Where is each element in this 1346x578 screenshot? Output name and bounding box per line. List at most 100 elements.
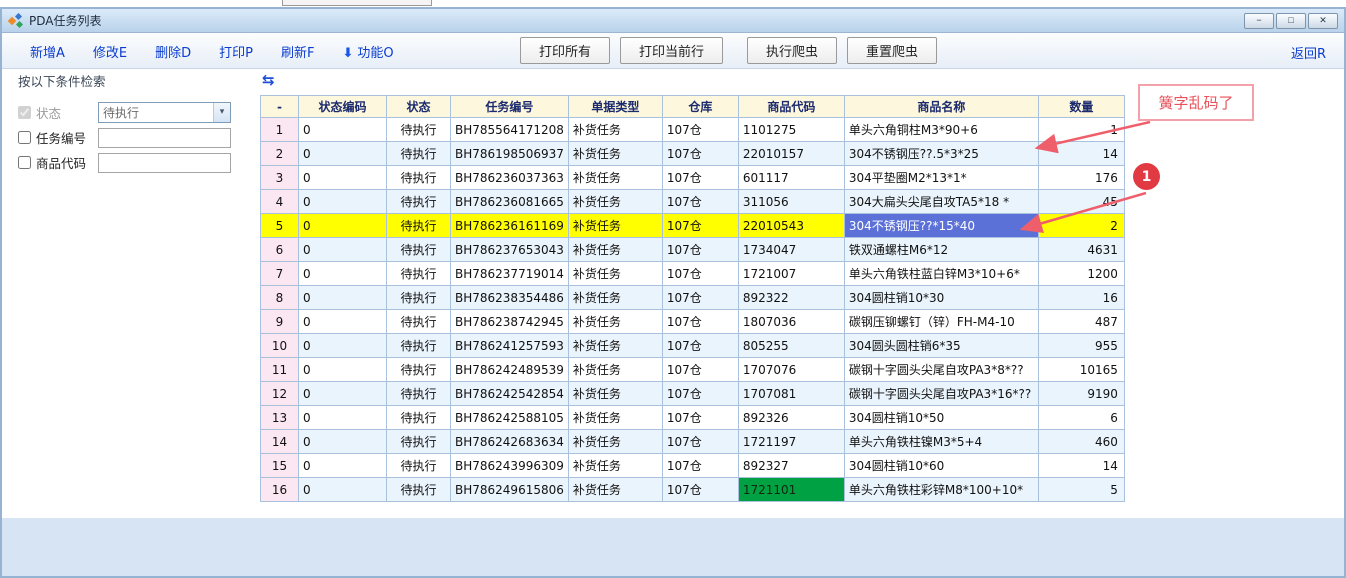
titlebar[interactable]: PDA任务列表 − □ ✕ — [2, 9, 1344, 33]
cell-num[interactable]: 10 — [261, 334, 299, 358]
table-row[interactable]: 100待执行BH786241257593补货任务107仓805255304圆头圆… — [261, 334, 1125, 358]
cell-status[interactable]: 待执行 — [387, 358, 451, 382]
table-row[interactable]: 120待执行BH786242542854补货任务107仓1707081碳钢十字圆… — [261, 382, 1125, 406]
cell-task-no[interactable]: BH786238354486 — [451, 286, 569, 310]
cell-status[interactable]: 待执行 — [387, 142, 451, 166]
cell-doc-type[interactable]: 补货任务 — [568, 334, 662, 358]
cell-status[interactable]: 待执行 — [387, 214, 451, 238]
cell-task-no[interactable]: BH786243996309 — [451, 454, 569, 478]
cell-status-code[interactable]: 0 — [299, 406, 387, 430]
cell-product-name[interactable]: 304圆柱销10*50 — [844, 406, 1038, 430]
cell-product-code[interactable]: 892327 — [738, 454, 844, 478]
cell-status-code[interactable]: 0 — [299, 166, 387, 190]
cell-warehouse[interactable]: 107仓 — [662, 190, 738, 214]
cell-product-code[interactable]: 1721197 — [738, 430, 844, 454]
table-row[interactable]: 30待执行BH786236037363补货任务107仓601117304平垫圈M… — [261, 166, 1125, 190]
cell-status-code[interactable]: 0 — [299, 238, 387, 262]
task-no-input[interactable] — [98, 128, 231, 148]
cell-product-name[interactable]: 304大扁头尖尾自攻TA5*18 * — [844, 190, 1038, 214]
cell-warehouse[interactable]: 107仓 — [662, 166, 738, 190]
cell-status-code[interactable]: 0 — [299, 214, 387, 238]
status-filter-checkbox[interactable] — [18, 106, 31, 119]
cell-qty[interactable]: 176 — [1038, 166, 1124, 190]
print-current-row-button[interactable]: 打印当前行 — [620, 37, 723, 64]
cell-task-no[interactable]: BH786237653043 — [451, 238, 569, 262]
cell-status-code[interactable]: 0 — [299, 358, 387, 382]
cell-status[interactable]: 待执行 — [387, 310, 451, 334]
cell-qty[interactable]: 1200 — [1038, 262, 1124, 286]
cell-product-code[interactable]: 892326 — [738, 406, 844, 430]
status-dropdown[interactable]: 待执行 ▾ — [98, 102, 231, 123]
cell-product-name[interactable]: 304圆柱销10*60 — [844, 454, 1038, 478]
cell-product-name[interactable]: 304平垫圈M2*13*1* — [844, 166, 1038, 190]
cell-status-code[interactable]: 0 — [299, 190, 387, 214]
menu-item-delete[interactable]: 删除D — [155, 42, 191, 61]
task-no-filter-checkbox[interactable] — [18, 131, 31, 144]
cell-status[interactable]: 待执行 — [387, 478, 451, 502]
cell-status-code[interactable]: 0 — [299, 142, 387, 166]
cell-product-name[interactable]: 单头六角铁柱蓝白锌M3*10+6* — [844, 262, 1038, 286]
cell-warehouse[interactable]: 107仓 — [662, 382, 738, 406]
cell-product-name[interactable]: 碳钢十字圆头尖尾自攻PA3*16*?? — [844, 382, 1038, 406]
table-row[interactable]: 50待执行BH786236161169补货任务107仓22010543304不锈… — [261, 214, 1125, 238]
column-header-status-code[interactable]: 状态编码 — [299, 96, 387, 118]
table-row[interactable]: 60待执行BH786237653043补货任务107仓1734047铁双通螺柱M… — [261, 238, 1125, 262]
table-row[interactable]: 10待执行BH785564171208补货任务107仓1101275单头六角铜柱… — [261, 118, 1125, 142]
cell-doc-type[interactable]: 补货任务 — [568, 310, 662, 334]
cell-task-no[interactable]: BH786242683634 — [451, 430, 569, 454]
cell-warehouse[interactable]: 107仓 — [662, 142, 738, 166]
cell-warehouse[interactable]: 107仓 — [662, 262, 738, 286]
cell-product-code[interactable]: 1721007 — [738, 262, 844, 286]
cell-status-code[interactable]: 0 — [299, 286, 387, 310]
cell-warehouse[interactable]: 107仓 — [662, 286, 738, 310]
cell-task-no[interactable]: BH785564171208 — [451, 118, 569, 142]
cell-doc-type[interactable]: 补货任务 — [568, 262, 662, 286]
cell-qty[interactable]: 10165 — [1038, 358, 1124, 382]
cell-doc-type[interactable]: 补货任务 — [568, 406, 662, 430]
cell-status-code[interactable]: 0 — [299, 454, 387, 478]
cell-doc-type[interactable]: 补货任务 — [568, 286, 662, 310]
cell-qty[interactable]: 45 — [1038, 190, 1124, 214]
return-link[interactable]: 返回R — [1291, 43, 1326, 62]
cell-product-code[interactable]: 601117 — [738, 166, 844, 190]
menu-item-add[interactable]: 新增A — [30, 42, 65, 61]
column-header-status[interactable]: 状态 — [387, 96, 451, 118]
product-code-input[interactable] — [98, 153, 231, 173]
run-crawler-button[interactable]: 执行爬虫 — [747, 37, 837, 64]
cell-task-no[interactable]: BH786242489539 — [451, 358, 569, 382]
cell-task-no[interactable]: BH786241257593 — [451, 334, 569, 358]
cell-product-name[interactable]: 铁双通螺柱M6*12 — [844, 238, 1038, 262]
cell-product-name[interactable]: 单头六角铁柱彩锌M8*100+10* — [844, 478, 1038, 502]
cell-num[interactable]: 4 — [261, 190, 299, 214]
cell-product-name[interactable]: 单头六角铁柱镍M3*5+4 — [844, 430, 1038, 454]
cell-num[interactable]: 15 — [261, 454, 299, 478]
cell-status[interactable]: 待执行 — [387, 118, 451, 142]
cell-product-name[interactable]: 碳钢压铆螺钉（锌）FH-M4-10 — [844, 310, 1038, 334]
column-header-task-no[interactable]: 任务编号 — [451, 96, 569, 118]
cell-task-no[interactable]: BH786242542854 — [451, 382, 569, 406]
cell-product-name[interactable]: 304圆柱销10*30 — [844, 286, 1038, 310]
cell-status-code[interactable]: 0 — [299, 334, 387, 358]
cell-num[interactable]: 8 — [261, 286, 299, 310]
column-header-num[interactable]: - — [261, 96, 299, 118]
table-row[interactable]: 150待执行BH786243996309补货任务107仓892327304圆柱销… — [261, 454, 1125, 478]
cell-num[interactable]: 13 — [261, 406, 299, 430]
cell-doc-type[interactable]: 补货任务 — [568, 142, 662, 166]
cell-num[interactable]: 9 — [261, 310, 299, 334]
cell-doc-type[interactable]: 补货任务 — [568, 214, 662, 238]
cell-product-code[interactable]: 311056 — [738, 190, 844, 214]
cell-status[interactable]: 待执行 — [387, 406, 451, 430]
cell-num[interactable]: 6 — [261, 238, 299, 262]
table-row[interactable]: 110待执行BH786242489539补货任务107仓1707076碳钢十字圆… — [261, 358, 1125, 382]
cell-warehouse[interactable]: 107仓 — [662, 310, 738, 334]
cell-status-code[interactable]: 0 — [299, 262, 387, 286]
cell-warehouse[interactable]: 107仓 — [662, 430, 738, 454]
column-header-product-name[interactable]: 商品名称 — [844, 96, 1038, 118]
cell-task-no[interactable]: BH786198506937 — [451, 142, 569, 166]
cell-task-no[interactable]: BH786242588105 — [451, 406, 569, 430]
cell-status[interactable]: 待执行 — [387, 190, 451, 214]
cell-doc-type[interactable]: 补货任务 — [568, 382, 662, 406]
cell-status[interactable]: 待执行 — [387, 286, 451, 310]
cell-task-no[interactable]: BH786238742945 — [451, 310, 569, 334]
cell-num[interactable]: 11 — [261, 358, 299, 382]
